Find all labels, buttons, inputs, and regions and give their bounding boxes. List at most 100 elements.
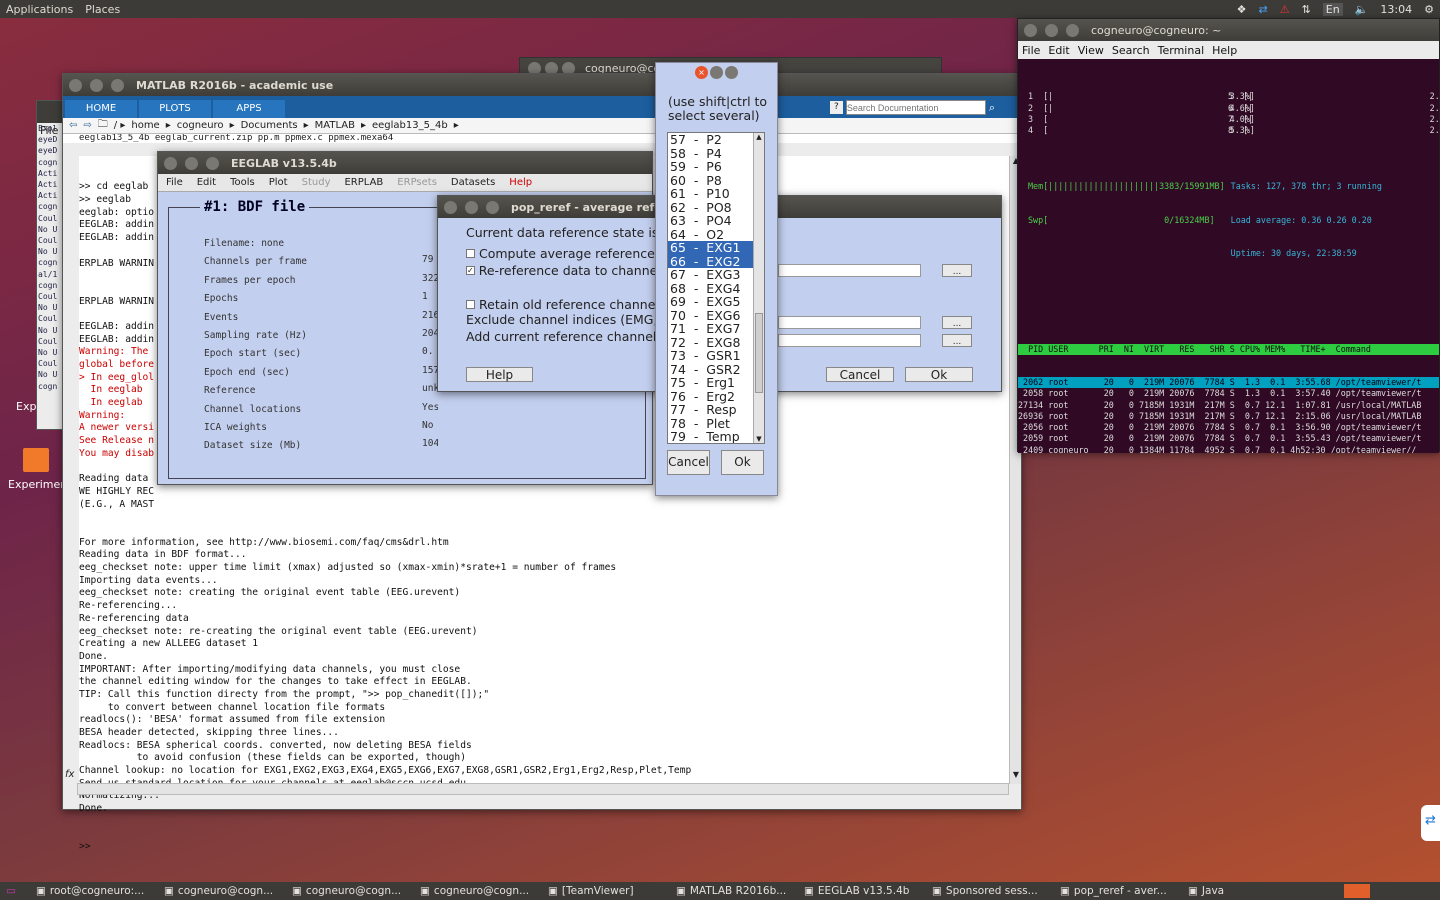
channel-list-item[interactable]: 63 - PO4 bbox=[668, 214, 764, 228]
process-row[interactable]: 2062 root 20 0 219M 20076 7784 S 1.3 0.1… bbox=[1018, 377, 1439, 389]
applications-menu[interactable]: Applications bbox=[0, 3, 79, 16]
scroll-down-icon[interactable]: ▼ bbox=[1010, 770, 1022, 784]
channel-list-item[interactable]: 73 - GSR1 bbox=[668, 349, 764, 363]
taskbar-item[interactable]: ▣ EEGLAB v13.5.4b bbox=[798, 885, 926, 897]
network-icon[interactable]: ⇅ bbox=[1302, 3, 1311, 16]
browse-exclude-button[interactable]: ... bbox=[942, 316, 972, 329]
channel-list-item[interactable]: 74 - GSR2 bbox=[668, 362, 764, 377]
channel-list-item[interactable]: 64 - O2 bbox=[668, 227, 764, 242]
gear-icon[interactable]: ⚙ bbox=[1424, 3, 1434, 16]
channel-list-item[interactable]: 68 - EXG4 bbox=[668, 281, 764, 296]
channel-list-item[interactable]: 65 - EXG1 bbox=[668, 241, 764, 255]
taskbar-item[interactable]: ▣ [TeamViewer] bbox=[542, 885, 670, 897]
folder-icon[interactable]: 🗀 bbox=[98, 117, 108, 134]
menu-help[interactable]: Help bbox=[509, 177, 532, 188]
close-icon[interactable]: × bbox=[695, 65, 708, 79]
clock[interactable]: 13:04 bbox=[1380, 3, 1412, 16]
minimize-icon[interactable] bbox=[185, 156, 198, 170]
channel-list-item[interactable]: 75 - Erg1 bbox=[668, 376, 764, 390]
menu-file[interactable]: File bbox=[166, 177, 183, 188]
channel-list-item[interactable]: 70 - EXG6 bbox=[668, 308, 764, 323]
menu-terminal[interactable]: Terminal bbox=[1158, 44, 1205, 57]
close-icon[interactable] bbox=[164, 156, 177, 170]
close-icon[interactable] bbox=[1024, 23, 1037, 37]
channel-listbox[interactable]: 57 - P2 58 - P4 59 - P6 60 - P8 61 - P10 62 -… bbox=[667, 132, 765, 444]
process-table[interactable]: 2062 root 20 0 219M 20076 7784 S 1.3 0.1… bbox=[1018, 377, 1439, 453]
menu-view[interactable]: View bbox=[1078, 44, 1104, 57]
volume-icon[interactable]: 🔈 bbox=[1355, 3, 1369, 16]
search-icon[interactable]: ⌕ bbox=[989, 101, 995, 115]
scroll-thumb[interactable] bbox=[755, 313, 763, 393]
process-row[interactable]: 2409 cogneuro 20 0 1384M 11784 4952 S 0.… bbox=[1018, 445, 1439, 454]
file-menu-behind[interactable]: File bbox=[40, 124, 58, 137]
breadcrumb-cogneuro[interactable]: cogneuro bbox=[177, 120, 224, 131]
channel-list-item[interactable]: 78 - Plet bbox=[668, 416, 764, 431]
menu-tools[interactable]: Tools bbox=[230, 177, 255, 188]
channel-list-item[interactable]: 76 - Erg2 bbox=[668, 389, 764, 404]
breadcrumb-home[interactable]: home bbox=[131, 120, 159, 131]
terminal-titlebar[interactable]: cogneuro@cogneuro: ~ bbox=[1018, 19, 1439, 41]
channel-list-item[interactable]: 79 - Temp bbox=[668, 430, 764, 443]
retain-option[interactable]: Retain old reference channels bbox=[466, 297, 665, 312]
command-prompt[interactable]: >> bbox=[79, 841, 1009, 854]
channel-list-window[interactable]: × (use shift|ctrl to select several) 57 … bbox=[655, 62, 778, 496]
matlab-titlebar[interactable]: MATLAB R2016b - academic use bbox=[63, 74, 1021, 96]
browse-reref-button[interactable]: ... bbox=[942, 264, 972, 277]
menu-edit[interactable]: Edit bbox=[1048, 44, 1069, 57]
minimize-icon[interactable] bbox=[90, 78, 103, 92]
address-bar[interactable]: ⇦ ⇨ 🗀 / ▸ home ▸ cogneuro ▸ Documents ▸ MAT… bbox=[63, 118, 1021, 134]
maximize-icon[interactable] bbox=[206, 156, 219, 170]
search-documentation-input[interactable] bbox=[845, 100, 986, 115]
menu-edit[interactable]: Edit bbox=[197, 177, 216, 188]
horizontal-scrollbar[interactable] bbox=[77, 783, 1009, 795]
tab-apps[interactable]: APPS bbox=[213, 100, 285, 118]
menu-erpsets[interactable]: ERPsets bbox=[397, 177, 437, 188]
teamviewer-icon[interactable]: ⇄ bbox=[1258, 3, 1267, 16]
exclude-channels-input[interactable] bbox=[778, 316, 921, 329]
channel-list-item[interactable]: 61 - P10 bbox=[668, 187, 764, 201]
channel-list-item[interactable]: 69 - EXG5 bbox=[668, 295, 764, 309]
taskbar-item[interactable]: ▣ cogneuro@cogn... bbox=[286, 885, 414, 897]
maximize-icon[interactable] bbox=[1066, 23, 1079, 37]
scroll-up-icon[interactable]: ▲ bbox=[754, 133, 764, 141]
process-row[interactable]: 2056 root 20 0 219M 20076 7784 S 0.7 0.1… bbox=[1018, 422, 1439, 433]
compute-average-option[interactable]: Compute average reference bbox=[466, 246, 655, 261]
terminal-window[interactable]: cogneuro@cogneuro: ~ File Edit View Sear… bbox=[1017, 18, 1440, 453]
add-reference-input[interactable] bbox=[778, 334, 921, 347]
breadcrumb-documents[interactable]: Documents bbox=[241, 120, 298, 131]
close-icon[interactable] bbox=[69, 78, 82, 92]
htop-output[interactable]: 1 [| 3.3%] 2 [| 4.6%] 3 [ 4.0%] 4 [ 5.3%] 5… bbox=[1018, 59, 1439, 453]
taskbar-item[interactable]: ▣ Java bbox=[1182, 885, 1252, 897]
taskbar-item[interactable]: ▣ cogneuro@cogn... bbox=[158, 885, 286, 897]
taskbar-item[interactable]: ▣ root@cogneuro:... bbox=[30, 885, 158, 897]
maximize-icon[interactable] bbox=[486, 200, 499, 214]
taskbar-item[interactable]: ▣ MATLAB R2016b... bbox=[670, 885, 798, 897]
menu-help[interactable]: Help bbox=[1212, 44, 1237, 57]
process-row[interactable]: 2058 root 20 0 219M 20076 7784 S 1.3 0.1… bbox=[1018, 388, 1439, 399]
menu-erplab[interactable]: ERPLAB bbox=[344, 177, 383, 188]
process-row[interactable]: 27134 root 20 0 7185M 1931M 217M S 0.7 1… bbox=[1018, 400, 1439, 411]
maximize-icon[interactable] bbox=[725, 65, 738, 79]
channel-list-item[interactable]: 57 - P2 bbox=[668, 133, 764, 147]
channel-list-item[interactable]: 72 - EXG8 bbox=[668, 335, 764, 350]
menu-datasets[interactable]: Datasets bbox=[451, 177, 495, 188]
minimize-icon[interactable] bbox=[1045, 23, 1058, 37]
channel-list-item[interactable]: 59 - P6 bbox=[668, 160, 764, 174]
menu-file[interactable]: File bbox=[1022, 44, 1040, 57]
browse-add-button[interactable]: ... bbox=[942, 334, 972, 347]
ok-button[interactable]: Ok bbox=[905, 367, 973, 382]
channel-list-item[interactable]: 71 - EXG7 bbox=[668, 322, 764, 336]
workspace-switcher[interactable] bbox=[1344, 884, 1370, 898]
channel-list-scrollbar[interactable]: ▲ ▼ bbox=[753, 133, 764, 443]
list-cancel-button[interactable]: Cancel bbox=[667, 450, 710, 475]
desktop-label-exp[interactable]: Exp bbox=[16, 400, 36, 413]
channel-list-item[interactable]: 67 - EXG3 bbox=[668, 268, 764, 282]
reref-channel-checkbox[interactable]: ✓ bbox=[466, 266, 475, 275]
maximize-icon[interactable] bbox=[111, 78, 124, 92]
channel-list-item[interactable]: 77 - Resp bbox=[668, 403, 764, 417]
channel-list-item[interactable]: 62 - PO8 bbox=[668, 200, 764, 215]
eeglab-titlebar[interactable]: EEGLAB v13.5.4b bbox=[158, 152, 652, 174]
list-ok-button[interactable]: Ok bbox=[721, 450, 764, 475]
channel-list-item[interactable]: 66 - EXG2 bbox=[668, 254, 764, 268]
channel-list-item[interactable]: 58 - P4 bbox=[668, 146, 764, 161]
